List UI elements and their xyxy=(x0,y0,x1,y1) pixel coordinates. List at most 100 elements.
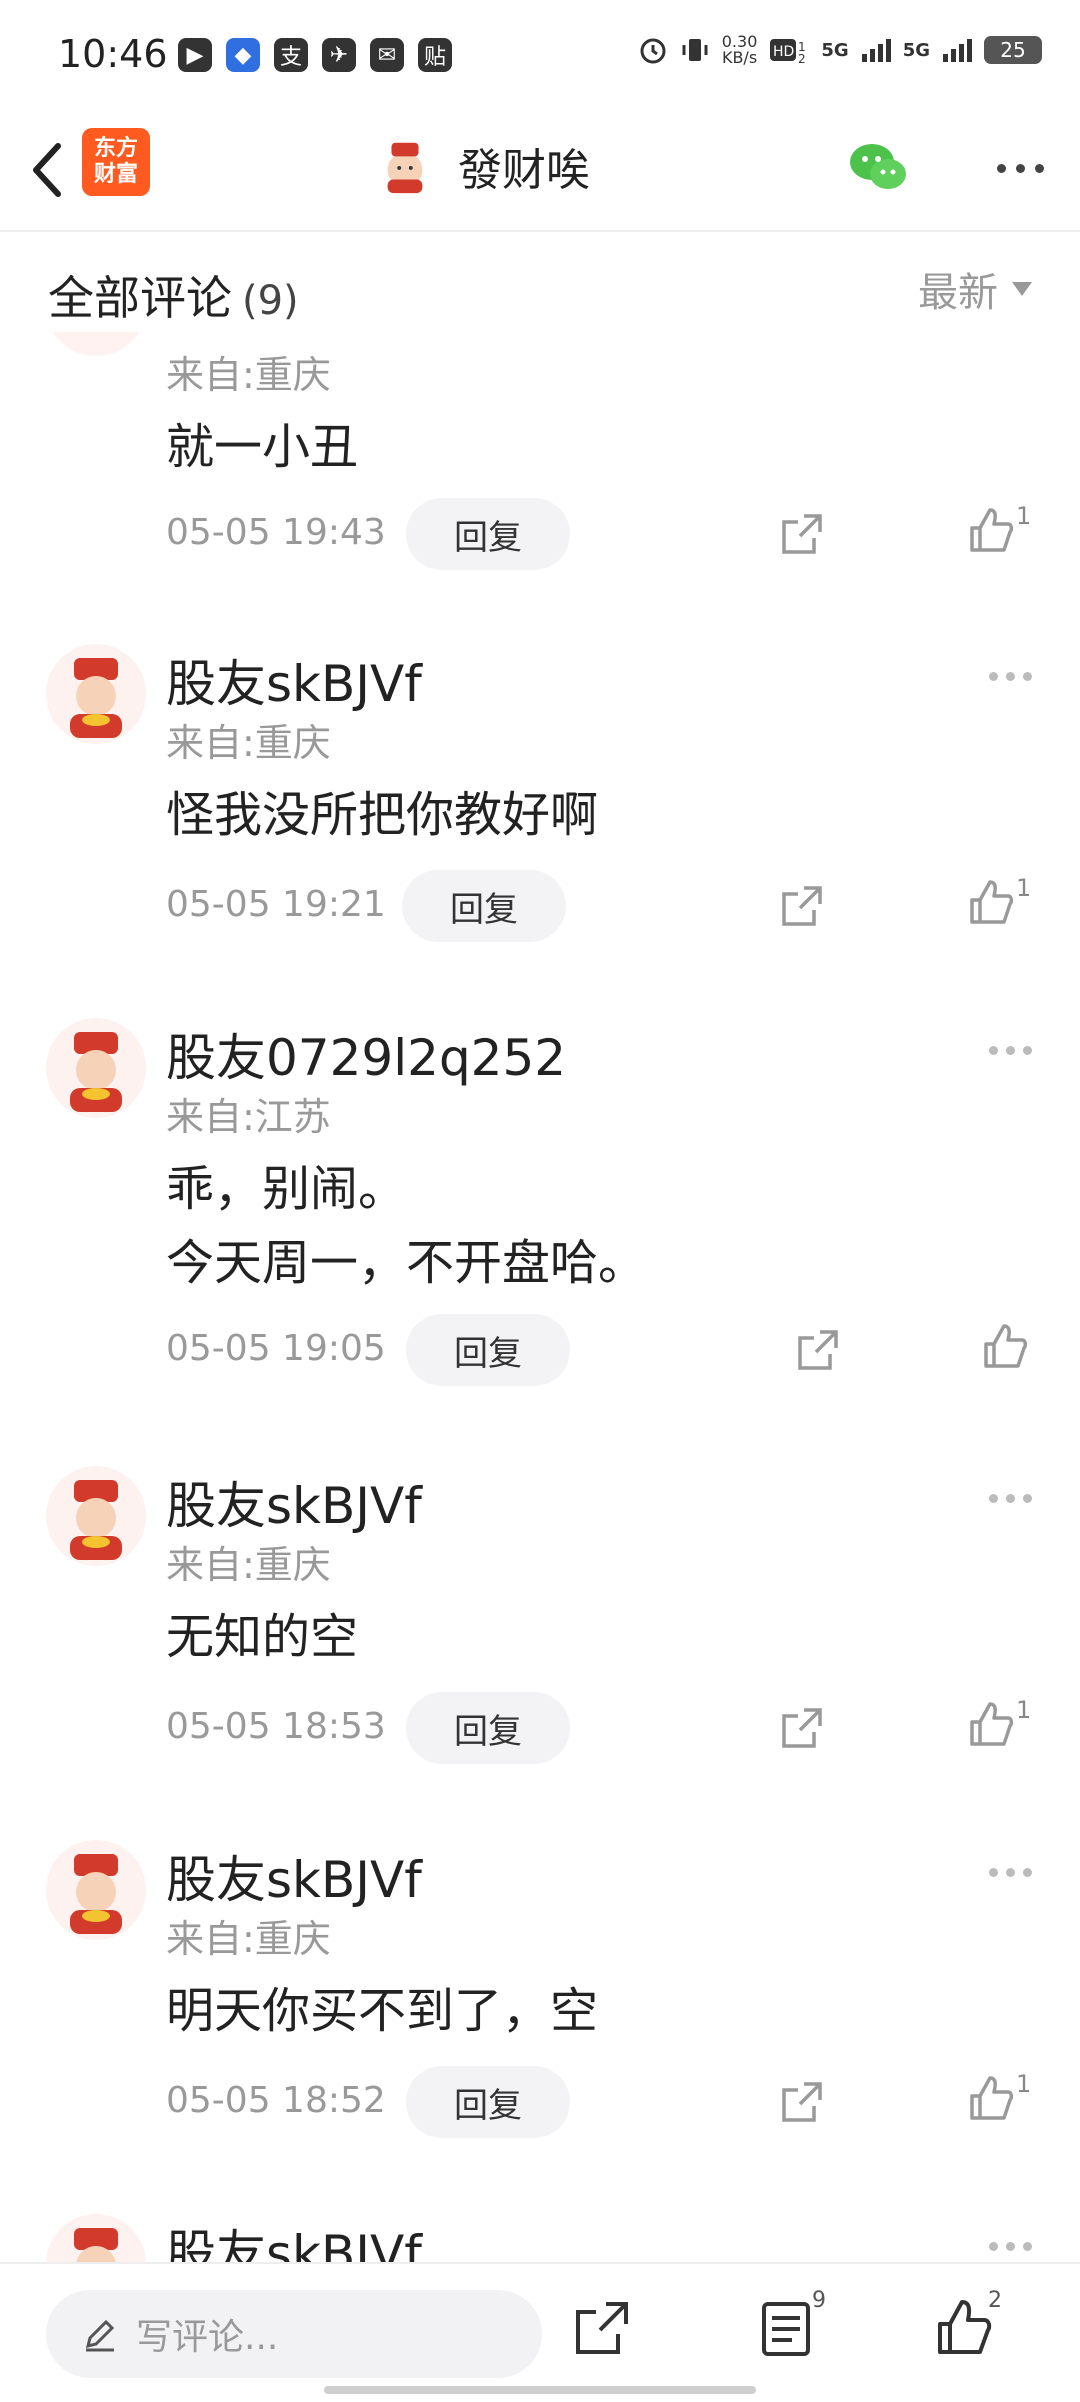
reply-button[interactable]: 回复 xyxy=(406,2066,570,2138)
brand-line-1: 东方 xyxy=(93,136,138,161)
comment-more-icon[interactable] xyxy=(989,1494,1032,1503)
username[interactable]: 股友skBJVf xyxy=(166,1840,422,1912)
home-indicator[interactable] xyxy=(324,2386,756,2394)
comment-line: 今天周一，不开盘哈。 xyxy=(166,1235,647,1291)
reply-button[interactable]: 回复 xyxy=(406,1692,570,1764)
comment-line: 无知的空 xyxy=(166,1609,359,1665)
share-icon[interactable] xyxy=(796,1328,840,1372)
thumbs-up-icon[interactable] xyxy=(966,878,1016,928)
user-avatar-icon xyxy=(387,142,423,194)
comments-list-icon[interactable] xyxy=(756,2298,816,2358)
comment-origin: 来自:重庆 xyxy=(166,1917,331,1961)
brand-line-2: 财富 xyxy=(93,162,138,187)
comment-list[interactable]: 来自:重庆 就一小丑 05-05 19:43 回复 1 股友skBJVf 来自:… xyxy=(0,332,1080,2262)
comment-more-icon[interactable] xyxy=(989,2242,1032,2251)
signal-2-label: 5G xyxy=(902,39,930,61)
thumbs-up-icon[interactable] xyxy=(934,2298,994,2358)
page-title: 發财唉 xyxy=(458,145,590,196)
reply-button[interactable]: 回复 xyxy=(402,870,566,942)
pencil-icon xyxy=(85,2319,115,2352)
avatar[interactable] xyxy=(46,644,146,744)
like-count: 1 xyxy=(1016,874,1032,902)
comment-origin: 来自:重庆 xyxy=(166,353,331,397)
comment-line: 明天你买不到了，空 xyxy=(166,1983,599,2039)
comment-origin: 来自:重庆 xyxy=(166,1543,331,1587)
thumbs-up-icon[interactable] xyxy=(966,1700,1016,1750)
more-options-icon[interactable] xyxy=(997,164,1044,173)
comment-more-icon[interactable] xyxy=(989,1868,1032,1877)
comment-content: 就一小丑 xyxy=(166,410,358,484)
comment-content: 明天你买不到了，空 xyxy=(166,1974,598,2048)
vibrate-icon xyxy=(682,39,708,61)
comments-title: 全部评论 (9) xyxy=(48,262,299,328)
username[interactable]: 股友skBJVf xyxy=(166,1466,422,1538)
thumbs-up-icon[interactable] xyxy=(966,2074,1016,2124)
share-icon[interactable] xyxy=(572,2298,632,2358)
like-count: 1 xyxy=(1016,502,1032,530)
share-icon[interactable] xyxy=(780,512,824,556)
comment-time: 05-05 18:53 xyxy=(166,1706,386,1747)
signal-1-label: 5G xyxy=(821,39,849,61)
comment-line: 就一小丑 xyxy=(166,419,359,475)
comment-more-icon[interactable] xyxy=(989,672,1032,681)
top-nav-bar: 东方 财富 發财唉 xyxy=(0,110,1080,232)
comment-content: 无知的空 xyxy=(166,1600,358,1674)
wechat-share-icon[interactable] xyxy=(846,138,910,194)
reply-button[interactable]: 回复 xyxy=(406,498,570,570)
sort-dropdown[interactable]: 最新 xyxy=(918,260,1032,318)
comment-input[interactable]: 写评论... xyxy=(46,2290,542,2378)
hd-icon: HD 12 xyxy=(770,39,806,65)
comment-line: 乖，别闹。 xyxy=(166,1161,407,1217)
share-icon[interactable] xyxy=(780,1706,824,1750)
comment-content: 乖，别闹。 今天周一，不开盘哈。 xyxy=(166,1152,646,1300)
comments-count: (9) xyxy=(242,278,299,324)
comment-time: 05-05 18:52 xyxy=(166,2080,386,2121)
status-bar: 10:46 ▶ ◆ 支 ✈ ✉ 贴 0.30 KB/s HD 1 2 5G 5G 2… xyxy=(0,0,1080,110)
status-app-icons: ▶ ◆ 支 ✈ ✉ 贴 xyxy=(178,38,452,72)
like-count: 1 xyxy=(1016,2070,1032,2098)
comments-header: 全部评论 (9) 最新 xyxy=(0,232,1080,332)
comments-count-badge: 9 xyxy=(812,2288,826,2313)
comments-title-label: 全部评论 xyxy=(48,271,232,325)
svg-text:2: 2 xyxy=(798,52,806,65)
stock-app-icon: ◆ xyxy=(226,38,260,72)
username[interactable]: 股友0729l2q252 xyxy=(166,1018,566,1090)
alarm-icon xyxy=(640,38,666,64)
eastmoney-logo[interactable]: 东方 财富 xyxy=(82,128,150,196)
username[interactable]: 股友skBJVf xyxy=(166,2214,422,2262)
thumbs-up-icon[interactable] xyxy=(980,1322,1030,1372)
avatar[interactable] xyxy=(46,2214,146,2262)
alipay-app-icon: 支 xyxy=(274,38,308,72)
tieba-app-icon: 贴 xyxy=(418,38,452,72)
comment-origin: 来自:重庆 xyxy=(166,721,331,765)
comment-more-icon[interactable] xyxy=(989,1046,1032,1055)
sort-label: 最新 xyxy=(918,270,998,316)
avatar[interactable] xyxy=(46,1018,146,1118)
status-right-icons: 0.30 KB/s HD 1 2 5G 5G 25 xyxy=(638,34,1042,66)
likes-count-badge: 2 xyxy=(988,2288,1002,2313)
comment-time: 05-05 19:43 xyxy=(166,512,386,553)
thumbs-up-icon[interactable] xyxy=(966,506,1016,556)
status-time: 10:46 xyxy=(58,32,168,76)
signal-bars-1-icon xyxy=(861,39,891,62)
comment-line: 怪我没所把你教好啊 xyxy=(166,787,599,843)
battery-icon: 25 xyxy=(984,36,1042,64)
share-icon[interactable] xyxy=(780,884,824,928)
dropdown-triangle-icon xyxy=(1012,282,1032,296)
username[interactable]: 股友skBJVf xyxy=(166,644,422,716)
avatar[interactable] xyxy=(46,332,146,356)
network-speed: 0.30 KB/s xyxy=(721,32,758,67)
comment-time: 05-05 19:21 xyxy=(166,884,386,925)
bottom-action-bar: 写评论... 9 2 xyxy=(0,2262,1080,2402)
header-title-group[interactable]: 發财唉 xyxy=(376,134,590,198)
avatar[interactable] xyxy=(46,1840,146,1940)
reply-button[interactable]: 回复 xyxy=(406,1314,570,1386)
video-app-icon: ▶ xyxy=(178,38,212,72)
plane-app-icon: ✈ xyxy=(322,38,356,72)
avatar[interactable] xyxy=(46,1466,146,1566)
signal-bars-2-icon xyxy=(943,39,972,62)
comment-input-placeholder: 写评论... xyxy=(136,2317,279,2358)
share-icon[interactable] xyxy=(780,2080,824,2124)
mail-app-icon: ✉ xyxy=(370,38,404,72)
back-arrow-icon[interactable] xyxy=(22,132,82,208)
